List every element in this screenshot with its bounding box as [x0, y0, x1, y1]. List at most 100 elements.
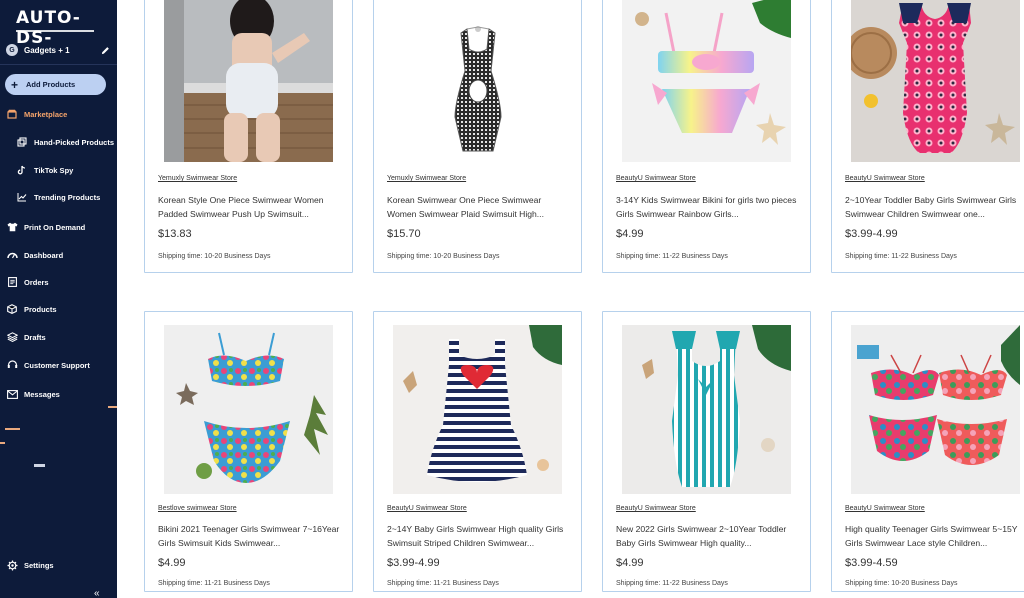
- drafts-icon: [6, 331, 18, 343]
- product-shipping: Shipping time: 11-21 Business Days: [387, 580, 499, 587]
- product-price: $4.99: [616, 557, 644, 569]
- dashboard-icon: [6, 249, 18, 261]
- product-store-link[interactable]: Bestlove swimwear Store: [158, 505, 237, 512]
- logo-underline: [16, 30, 94, 32]
- support-icon: [6, 359, 18, 371]
- sidebar-item-tiktok-spy[interactable]: TikTok Spy: [0, 161, 117, 179]
- sidebar-item-customer-support[interactable]: Customer Support: [0, 356, 117, 374]
- product-price: $13.83: [158, 228, 192, 240]
- product-store-link[interactable]: BeautyU Swimwear Store: [616, 175, 696, 182]
- product-store-link[interactable]: Yemuxly Swimwear Store: [158, 175, 237, 182]
- product-price: $15.70: [387, 228, 421, 240]
- product-store-link[interactable]: BeautyU Swimwear Store: [845, 505, 925, 512]
- product-store-link[interactable]: BeautyU Swimwear Store: [616, 505, 696, 512]
- sidebar-item-dashboard[interactable]: Dashboard: [0, 246, 117, 264]
- product-shipping: Shipping time: 10-20 Business Days: [158, 253, 271, 260]
- sidebar-item-orders[interactable]: Orders: [0, 273, 117, 291]
- product-shipping: Shipping time: 10-20 Business Days: [845, 580, 958, 587]
- product-title[interactable]: 2~14Y Baby Girls Swimwear High quality G…: [387, 522, 572, 550]
- sidebar-item-label: Print On Demand: [24, 222, 86, 232]
- decorative-mark: [34, 464, 45, 467]
- product-image[interactable]: [393, 0, 562, 162]
- sidebar: AUTO-DS- G Gadgets + 1 + Add Products Ma…: [0, 0, 117, 598]
- product-image[interactable]: [393, 325, 562, 494]
- sidebar-item-label: Hand-Picked Products: [34, 137, 115, 147]
- product-title[interactable]: Korean Style One Piece Swimwear Women Pa…: [158, 193, 343, 221]
- product-price: $3.99-4.59: [845, 557, 898, 569]
- add-products-label: Add Products: [26, 80, 76, 89]
- sidebar-item-label: Marketplace: [24, 109, 68, 119]
- sidebar-item-trending-products[interactable]: Trending Products: [0, 188, 117, 206]
- store-selector[interactable]: G Gadgets + 1: [6, 43, 110, 57]
- messages-icon: [6, 388, 18, 400]
- product-price: $3.99-4.99: [845, 228, 898, 240]
- sidebar-item-label: Drafts: [24, 332, 46, 342]
- sidebar-item-print-on-demand[interactable]: Print On Demand: [0, 218, 117, 236]
- product-image[interactable]: [164, 0, 333, 162]
- product-price: $3.99-4.99: [387, 557, 440, 569]
- accent-mark: [108, 406, 117, 408]
- product-title[interactable]: New 2022 Girls Swimwear 2~10Year Toddler…: [616, 522, 801, 550]
- add-products-button[interactable]: + Add Products: [5, 74, 106, 95]
- product-price: $4.99: [616, 228, 644, 240]
- product-title[interactable]: Bikini 2021 Teenager Girls Swimwear 7~16…: [158, 522, 343, 550]
- product-card[interactable]: Yemuxly Swimwear Store Korean Swimwear O…: [373, 0, 582, 273]
- trending-icon: [16, 191, 28, 203]
- product-title[interactable]: High quality Teenager Girls Swimwear 5~1…: [845, 522, 1024, 550]
- product-store-link[interactable]: BeautyU Swimwear Store: [387, 505, 467, 512]
- sidebar-item-settings[interactable]: Settings: [0, 556, 117, 574]
- sidebar-item-marketplace[interactable]: Marketplace: [0, 105, 117, 123]
- products-icon: [6, 303, 18, 315]
- product-shipping: Shipping time: 11-22 Business Days: [845, 253, 957, 260]
- plus-icon: +: [11, 77, 19, 92]
- gear-icon: [6, 559, 18, 571]
- product-shipping: Shipping time: 11-22 Business Days: [616, 253, 728, 260]
- product-shipping: Shipping time: 11-22 Business Days: [616, 580, 728, 587]
- accent-mark: [5, 428, 20, 430]
- sidebar-item-label: Settings: [24, 560, 54, 570]
- sidebar-item-hand-picked-products[interactable]: Hand-Picked Products: [0, 133, 117, 151]
- collapse-sidebar-button[interactable]: «: [94, 588, 100, 598]
- product-title[interactable]: 2~10Year Toddler Baby Girls Swimwear Gir…: [845, 193, 1024, 221]
- sidebar-item-label: Orders: [24, 277, 49, 287]
- product-image[interactable]: [622, 0, 791, 162]
- product-card[interactable]: BeautyU Swimwear Store New 2022 Girls Sw…: [602, 311, 811, 592]
- autods-logo[interactable]: AUTO-DS-: [16, 8, 117, 48]
- product-card[interactable]: BeautyU Swimwear Store 2~10Year Toddler …: [831, 0, 1024, 273]
- sidebar-item-products[interactable]: Products: [0, 300, 117, 318]
- sidebar-item-label: TikTok Spy: [34, 165, 74, 175]
- product-image[interactable]: [851, 325, 1020, 494]
- product-store-link[interactable]: Yemuxly Swimwear Store: [387, 175, 466, 182]
- tiktok-icon: [16, 164, 28, 176]
- product-card[interactable]: BeautyU Swimwear Store 2~14Y Baby Girls …: [373, 311, 582, 592]
- pencil-icon[interactable]: [100, 45, 110, 55]
- product-store-link[interactable]: BeautyU Swimwear Store: [845, 175, 925, 182]
- product-shipping: Shipping time: 11-21 Business Days: [158, 580, 270, 587]
- product-grid: Yemuxly Swimwear Store Korean Style One …: [117, 0, 1024, 598]
- product-card[interactable]: BeautyU Swimwear Store High quality Teen…: [831, 311, 1024, 592]
- product-price: $4.99: [158, 557, 186, 569]
- print-icon: [6, 221, 18, 233]
- sidebar-divider: [0, 64, 117, 65]
- product-shipping: Shipping time: 10-20 Business Days: [387, 253, 500, 260]
- product-card[interactable]: BeautyU Swimwear Store 3-14Y Kids Swimwe…: [602, 0, 811, 273]
- product-card[interactable]: Yemuxly Swimwear Store Korean Style One …: [144, 0, 353, 273]
- app-root: AUTO-DS- G Gadgets + 1 + Add Products Ma…: [0, 0, 1024, 598]
- sidebar-item-messages[interactable]: Messages: [0, 385, 117, 403]
- sidebar-item-label: Trending Products: [34, 192, 101, 202]
- sidebar-item-label: Dashboard: [24, 250, 64, 260]
- sidebar-item-label: Messages: [24, 389, 60, 399]
- product-title[interactable]: 3-14Y Kids Swimwear Bikini for girls two…: [616, 193, 801, 221]
- sidebar-item-label: Customer Support: [24, 360, 90, 370]
- product-image[interactable]: [164, 325, 333, 494]
- product-title[interactable]: Korean Swimwear One Piece Swimwear Women…: [387, 193, 572, 221]
- sidebar-item-drafts[interactable]: Drafts: [0, 328, 117, 346]
- product-image[interactable]: [622, 325, 791, 494]
- hand-picked-icon: [16, 136, 28, 148]
- orders-icon: [6, 276, 18, 288]
- store-name: Gadgets + 1: [24, 45, 70, 55]
- product-card[interactable]: Bestlove swimwear Store Bikini 2021 Teen…: [144, 311, 353, 592]
- product-image[interactable]: [851, 0, 1020, 162]
- sidebar-item-label: Products: [24, 304, 57, 314]
- accent-mark: [0, 442, 5, 444]
